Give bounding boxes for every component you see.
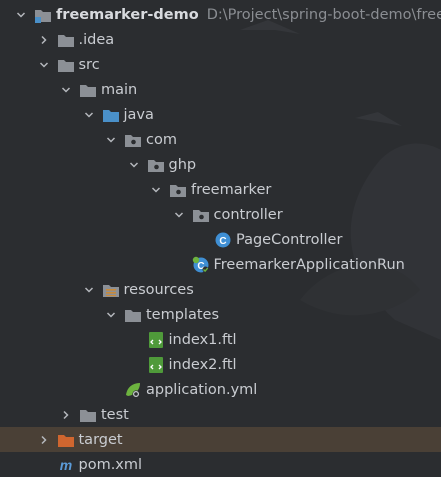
tree-row-file-pom-xml[interactable]: m pom.xml xyxy=(0,452,441,477)
arrow-spacer xyxy=(104,377,118,402)
tree-label: main xyxy=(101,81,138,98)
chevron-down-icon[interactable] xyxy=(127,152,141,177)
folder-icon xyxy=(124,306,142,324)
tree-label: freemarker xyxy=(191,181,272,198)
tree-label: FreemarkerApplicationRun xyxy=(213,256,405,273)
resources-folder-icon xyxy=(102,281,120,299)
tree-row-file-index2[interactable]: index2.ftl xyxy=(0,352,441,377)
arrow-spacer xyxy=(37,452,51,477)
tree-row-folder-templates[interactable]: templates xyxy=(0,302,441,327)
chevron-right-icon[interactable] xyxy=(37,427,51,452)
tree-row-package-freemarker[interactable]: freemarker xyxy=(0,177,441,202)
tree-label: test xyxy=(101,406,129,423)
tree-label: resources xyxy=(123,281,194,298)
tree-row-file-freemarkerapplicationrun[interactable]: C FreemarkerApplicationRun xyxy=(0,252,441,277)
package-icon xyxy=(147,156,165,174)
tree-row-folder-java[interactable]: java xyxy=(0,102,441,127)
tree-row-folder-main[interactable]: main xyxy=(0,77,441,102)
spring-config-icon xyxy=(124,381,142,399)
class-icon: C xyxy=(214,231,232,249)
chevron-down-icon[interactable] xyxy=(82,102,96,127)
chevron-down-icon[interactable] xyxy=(104,127,118,152)
chevron-down-icon[interactable] xyxy=(172,202,186,227)
excluded-folder-icon xyxy=(57,431,75,449)
chevron-right-icon[interactable] xyxy=(37,27,51,52)
tree-label: controller xyxy=(213,206,283,223)
tree-label: index1.ftl xyxy=(168,331,237,348)
spring-boot-class-icon: C xyxy=(192,256,210,274)
tree-label: templates xyxy=(146,306,220,323)
chevron-down-icon[interactable] xyxy=(82,277,96,302)
package-icon xyxy=(169,181,187,199)
tree-row-project-root[interactable]: freemarker-demo D:\Project\spring-boot-de… xyxy=(0,2,441,27)
arrow-spacer xyxy=(127,352,141,377)
arrow-spacer xyxy=(172,252,186,277)
tree-row-folder-src[interactable]: src xyxy=(0,52,441,77)
project-path: D:\Project\spring-boot-demo\free xyxy=(206,6,441,23)
tree-label: ghp xyxy=(168,156,197,173)
folder-icon xyxy=(79,81,97,99)
svg-text:m: m xyxy=(59,457,71,473)
chevron-down-icon[interactable] xyxy=(104,302,118,327)
tree-label: application.yml xyxy=(146,381,258,398)
chevron-down-icon[interactable] xyxy=(59,77,73,102)
chevron-down-icon[interactable] xyxy=(14,2,28,27)
folder-icon xyxy=(57,31,75,49)
tree-label: pom.xml xyxy=(78,456,143,473)
source-folder-icon xyxy=(102,106,120,124)
tree-row-package-controller[interactable]: controller xyxy=(0,202,441,227)
maven-icon: m xyxy=(57,456,75,474)
tree-label: freemarker-demo xyxy=(56,6,199,23)
project-tree[interactable]: freemarker-demo D:\Project\spring-boot-de… xyxy=(0,0,441,476)
tree-row-file-index1[interactable]: index1.ftl xyxy=(0,327,441,352)
arrow-spacer xyxy=(194,227,208,252)
chevron-down-icon[interactable] xyxy=(37,52,51,77)
folder-icon xyxy=(79,406,97,424)
tree-row-package-ghp[interactable]: ghp xyxy=(0,152,441,177)
package-icon xyxy=(192,206,210,224)
tree-label: .idea xyxy=(78,31,115,48)
tree-row-folder-test[interactable]: test xyxy=(0,402,441,427)
tree-label: java xyxy=(123,106,154,123)
tree-label: target xyxy=(78,431,123,448)
chevron-right-icon[interactable] xyxy=(59,402,73,427)
tree-row-folder-target[interactable]: target xyxy=(0,427,441,452)
folder-icon xyxy=(57,56,75,74)
chevron-down-icon[interactable] xyxy=(149,177,163,202)
arrow-spacer xyxy=(127,327,141,352)
tree-row-package-com[interactable]: com xyxy=(0,127,441,152)
svg-text:C: C xyxy=(219,236,226,247)
tree-row-folder-resources[interactable]: resources xyxy=(0,277,441,302)
tree-row-file-application-yml[interactable]: application.yml xyxy=(0,377,441,402)
tree-row-file-pagecontroller[interactable]: C PageController xyxy=(0,227,441,252)
package-icon xyxy=(124,131,142,149)
module-folder-icon xyxy=(34,6,52,24)
ftl-file-icon xyxy=(147,356,165,374)
tree-label: com xyxy=(146,131,177,148)
tree-label: PageController xyxy=(236,231,343,248)
tree-row-folder-idea[interactable]: .idea xyxy=(0,27,441,52)
tree-label: src xyxy=(78,56,100,73)
tree-label: index2.ftl xyxy=(168,356,237,373)
ftl-file-icon xyxy=(147,331,165,349)
